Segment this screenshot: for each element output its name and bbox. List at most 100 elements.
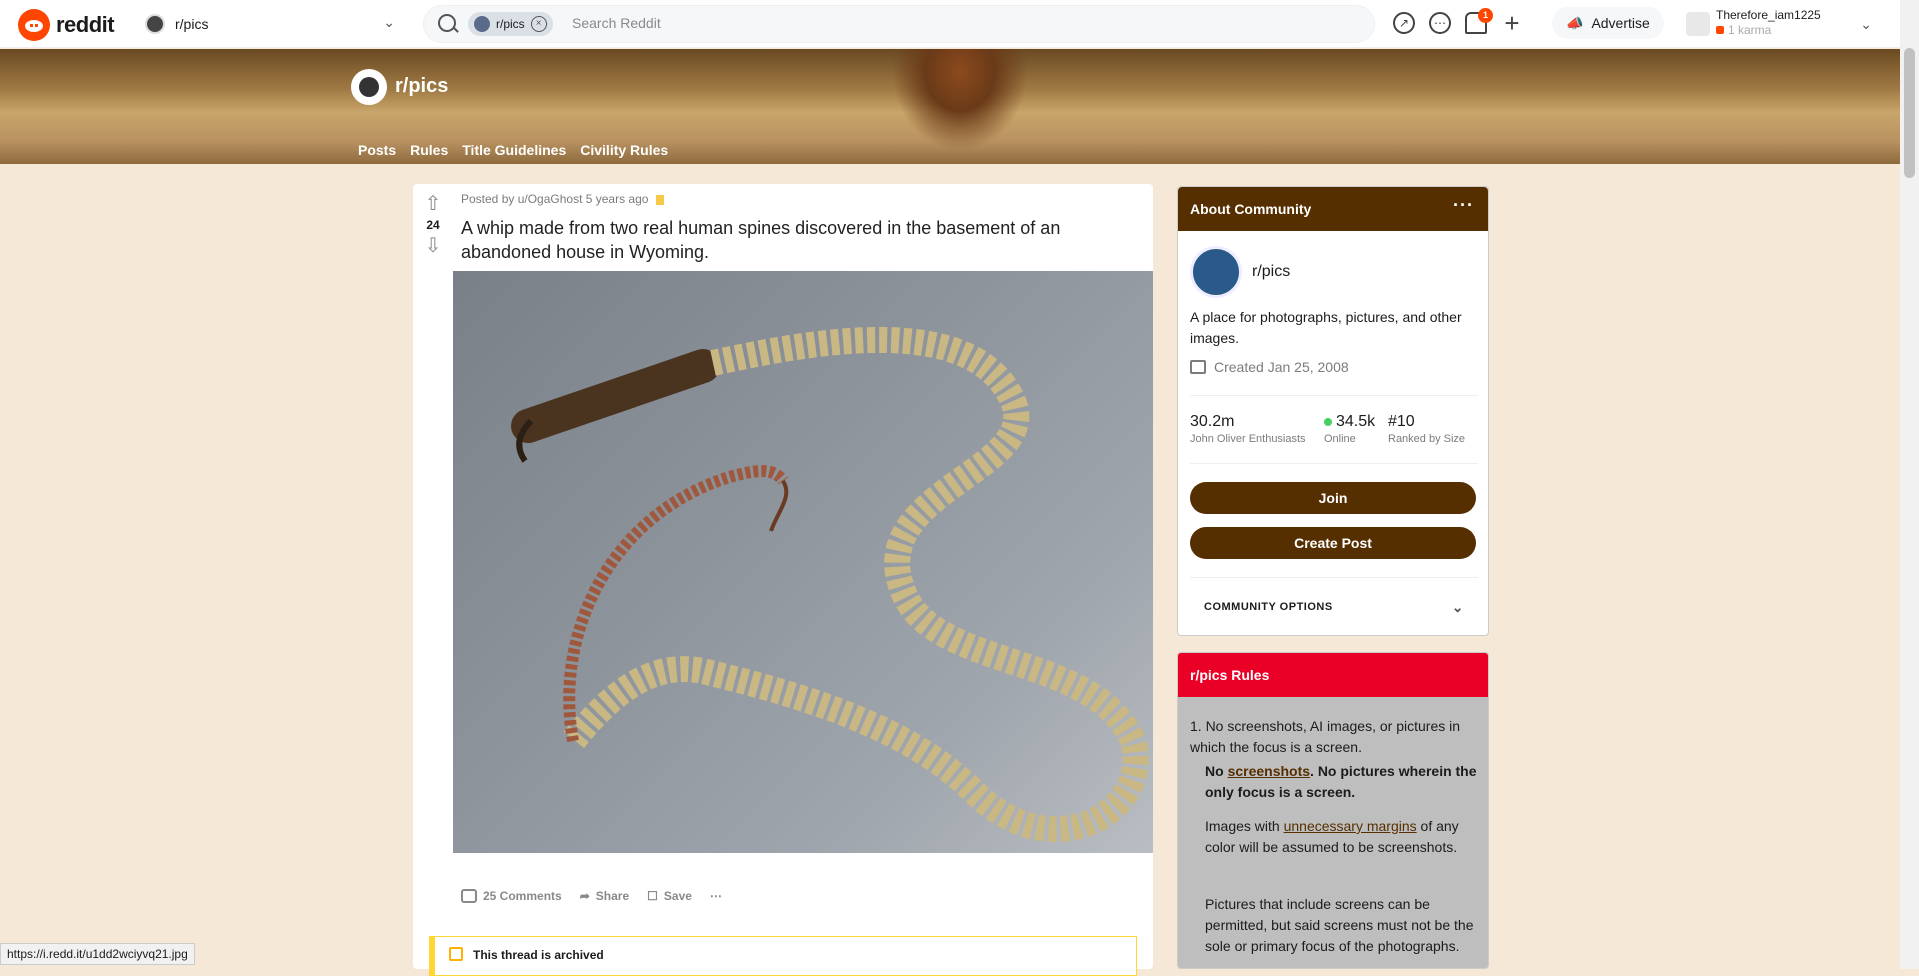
screenshots-link[interactable]: screenshots <box>1228 763 1310 779</box>
community-filter-chip[interactable]: r/pics × <box>468 12 553 36</box>
community-selector-label: r/pics <box>175 16 209 32</box>
online-dot-icon <box>1324 418 1332 426</box>
members-count: 30.2m <box>1190 413 1235 430</box>
scrollbar-thumb[interactable] <box>1904 48 1915 178</box>
save-button[interactable]: ☐ Save <box>647 889 692 903</box>
divider <box>1190 395 1478 396</box>
comments-button[interactable]: 25 Comments <box>461 889 562 903</box>
created-label: Created Jan 25, 2008 <box>1214 359 1349 375</box>
rule-1-heading[interactable]: 1. No screenshots, AI images, or picture… <box>1190 716 1480 758</box>
archive-box-icon <box>449 947 463 961</box>
bookmark-icon: ☐ <box>647 889 658 903</box>
tab-posts[interactable]: Posts <box>351 139 403 164</box>
vote-column: ⇧ 24 ⇩ <box>413 194 453 256</box>
post-meta: Posted by u/OgaGhost 5 years ago <box>461 192 664 206</box>
reddit-logo[interactable]: reddit <box>18 9 115 41</box>
rank-stat: #10 Ranked by Size <box>1388 413 1465 445</box>
post-card: ⇧ 24 ⇩ Posted by u/OgaGhost 5 years ago … <box>413 184 1153 976</box>
more-options-button[interactable]: ⋯ <box>710 889 722 903</box>
more-options-icon[interactable]: ··· <box>1453 195 1474 216</box>
search-icon <box>438 14 456 32</box>
top-navigation-bar: reddit r/pics ⌄ r/pics × Search Reddit ↗… <box>0 0 1900 48</box>
ellipsis-icon: ⋯ <box>709 889 722 903</box>
spine-whip-illustration <box>511 327 1149 843</box>
divider <box>1190 577 1478 578</box>
notification-bell-icon[interactable]: 1 <box>1465 8 1493 34</box>
popular-arrow-icon[interactable]: ↗ <box>1393 12 1415 34</box>
share-arrow-icon: ➦ <box>579 889 590 903</box>
join-button[interactable]: Join <box>1190 482 1476 514</box>
share-label: Share <box>595 889 630 903</box>
community-title: r/pics <box>395 75 449 97</box>
community-options-toggle[interactable]: COMMUNITY OPTIONS ⌄ <box>1190 599 1478 615</box>
post-actions: 25 Comments ➦ Share ☐ Save ⋯ <box>461 889 722 903</box>
created-date: Created Jan 25, 2008 <box>1190 359 1349 375</box>
community-banner: r/pics Posts Rules Title Guidelines Civi… <box>0 49 1900 164</box>
user-menu[interactable]: Therefore_iam1225 1 karma ⌄ <box>1686 8 1886 40</box>
unnecessary-margins-link[interactable]: unnecessary margins <box>1284 818 1417 834</box>
upvote-arrow-icon[interactable]: ⇧ <box>423 194 443 214</box>
archived-notice: This thread is archived <box>429 936 1137 976</box>
share-button[interactable]: ➦ Share <box>580 889 629 903</box>
about-community-widget: About Community ··· r/pics A place for p… <box>1177 186 1489 636</box>
community-options-label: COMMUNITY OPTIONS <box>1204 601 1333 613</box>
advertise-label: Advertise <box>1591 15 1650 31</box>
create-post-plus-icon[interactable]: + <box>1501 10 1523 36</box>
rules-title: r/pics Rules <box>1190 667 1270 683</box>
comments-label: 25 Comments <box>483 889 562 903</box>
chevron-down-icon: ⌄ <box>383 14 395 30</box>
megaphone-icon: 📣 <box>1566 14 1584 31</box>
rule-1-screens-paragraph: Pictures that include screens can be per… <box>1205 896 1474 954</box>
downvote-arrow-icon[interactable]: ⇩ <box>423 236 443 256</box>
user-avatar <box>1686 12 1710 36</box>
tab-civility-rules[interactable]: Civility Rules <box>573 139 675 164</box>
community-avatar <box>1190 246 1242 298</box>
status-bar-url: https://i.redd.it/u1dd2wciyvq21.jpg <box>0 943 195 965</box>
tab-rules[interactable]: Rules <box>403 139 455 164</box>
user-karma: 1 karma <box>1716 23 1771 37</box>
save-label: Save <box>663 889 692 903</box>
post-meta-text[interactable]: Posted by u/OgaGhost 5 years ago <box>461 192 648 206</box>
page-scrollbar[interactable] <box>1900 0 1919 969</box>
chat-icon[interactable]: ⋯ <box>1429 12 1451 34</box>
rule-1-summary: No screenshots. No pictures wherein the … <box>1205 761 1477 803</box>
about-community-header: About Community ··· <box>1178 187 1488 231</box>
rules-header: r/pics Rules <box>1178 653 1488 697</box>
chevron-down-icon: ⌄ <box>1451 599 1464 615</box>
username: Therefore_iam1225 <box>1716 8 1821 22</box>
community-name[interactable]: r/pics <box>1252 263 1290 281</box>
post-title[interactable]: A whip made from two real human spines d… <box>461 216 1131 264</box>
cake-icon <box>1190 360 1206 374</box>
chip-avatar-icon <box>474 16 490 32</box>
notification-badge: 1 <box>1478 8 1493 23</box>
online-label: Online <box>1324 433 1356 445</box>
online-stat: 34.5k Online <box>1324 413 1375 445</box>
award-icon <box>655 194 664 205</box>
archived-text: This thread is archived <box>473 948 604 962</box>
rank-label: Ranked by Size <box>1388 433 1466 445</box>
members-label: John Oliver Enthusiasts <box>1190 433 1306 445</box>
chevron-down-icon: ⌄ <box>1860 16 1872 32</box>
post-score: 24 <box>426 218 440 232</box>
post-image[interactable] <box>453 271 1153 853</box>
community-tabs: Posts Rules Title Guidelines Civility Ru… <box>351 139 675 164</box>
rule-1-summary-pre: No <box>1205 763 1228 779</box>
community-selector[interactable]: r/pics ⌄ <box>145 12 395 36</box>
margins-pre: Images with <box>1205 818 1284 834</box>
close-icon[interactable]: × <box>530 16 547 32</box>
divider <box>1190 463 1478 464</box>
search-bar[interactable]: r/pics × Search Reddit <box>423 5 1375 43</box>
comment-bubble-icon <box>461 889 477 903</box>
reddit-snoo-icon <box>18 9 50 41</box>
online-count: 34.5k <box>1336 413 1376 430</box>
create-post-button[interactable]: Create Post <box>1190 527 1476 559</box>
community-rules-widget: r/pics Rules 1. No screenshots, AI image… <box>1177 652 1489 969</box>
about-community-title: About Community <box>1190 201 1312 217</box>
search-input[interactable]: Search Reddit <box>572 15 661 31</box>
logo-text: reddit <box>56 12 115 37</box>
community-banner-avatar <box>351 69 387 105</box>
chip-label: r/pics <box>496 17 525 31</box>
rank-value: #10 <box>1388 413 1415 430</box>
advertise-button[interactable]: 📣 Advertise <box>1552 7 1664 39</box>
tab-title-guidelines[interactable]: Title Guidelines <box>455 139 573 164</box>
